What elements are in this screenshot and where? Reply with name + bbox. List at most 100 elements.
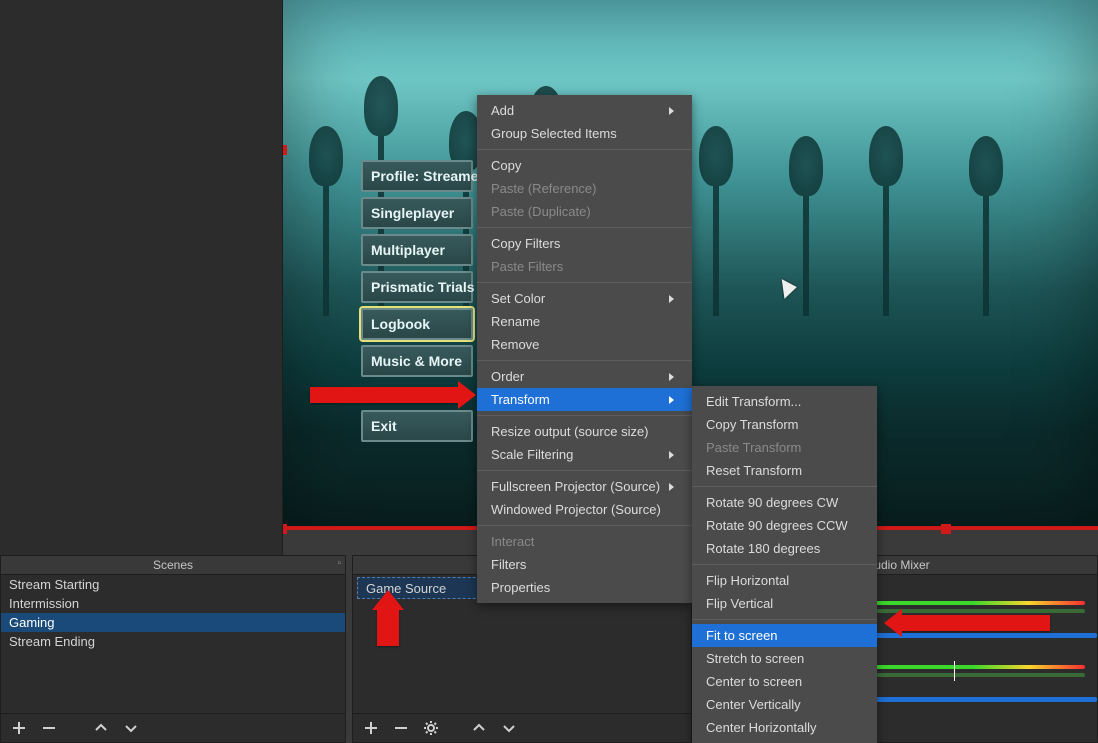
minus-icon[interactable]	[41, 720, 57, 736]
context-menu-item[interactable]: Rotate 180 degrees	[692, 537, 877, 560]
context-menu-main[interactable]: Add Group Selected Items Copy Paste (Refere…	[477, 95, 692, 603]
context-menu-item-label: Reset Transform	[706, 463, 802, 478]
context-menu-item-label: Transform	[491, 392, 550, 407]
game-menu-exit: Exit	[361, 410, 473, 442]
chevron-up-icon[interactable]	[93, 720, 109, 736]
context-menu-item-label: Remove	[491, 337, 539, 352]
context-menu-item[interactable]: Fit to screen	[692, 624, 877, 647]
context-menu-item[interactable]: Reset Transform	[692, 459, 877, 482]
chevron-right-icon	[669, 451, 674, 459]
scenes-toolbar	[1, 713, 345, 742]
context-menu-item-label: Paste Filters	[491, 259, 563, 274]
context-menu-item[interactable]: Add	[477, 99, 692, 122]
context-menu-transform[interactable]: Edit Transform... Copy Transform Paste Tra…	[692, 386, 877, 743]
scene-row[interactable]: Gaming	[1, 613, 345, 632]
context-menu-item[interactable]: Resize output (source size)	[477, 420, 692, 443]
context-menu-item-label: Add	[491, 103, 514, 118]
context-menu-item[interactable]: Stretch to screen	[692, 647, 877, 670]
game-menu-music: Music & More	[361, 345, 473, 377]
context-menu-item[interactable]: Center Horizontally	[692, 716, 877, 739]
context-menu-item-label: Scale Filtering	[491, 447, 573, 462]
context-menu-separator	[477, 227, 692, 228]
scene-row[interactable]: Intermission	[1, 594, 345, 613]
annotation-arrow	[377, 608, 399, 646]
context-menu-item: Interact	[477, 530, 692, 553]
context-menu-item[interactable]: Fullscreen Projector (Source)	[477, 475, 692, 498]
context-menu-item[interactable]: Set Color	[477, 287, 692, 310]
context-menu-item[interactable]: Properties	[477, 576, 692, 599]
gear-icon[interactable]	[423, 720, 439, 736]
scene-row[interactable]: Stream Ending	[1, 632, 345, 651]
context-menu-item-label: Rotate 180 degrees	[706, 541, 820, 556]
context-menu-separator	[477, 360, 692, 361]
context-menu-item-label: Copy Filters	[491, 236, 560, 251]
context-menu-item-label: Copy Transform	[706, 417, 798, 432]
context-menu-item-label: Rotate 90 degrees CW	[706, 495, 838, 510]
scenes-dock: Scenes ▫ Stream Starting Intermission Ga…	[0, 555, 346, 743]
chevron-right-icon	[669, 373, 674, 381]
game-menu-logbook: Logbook	[361, 308, 473, 340]
context-menu-separator	[477, 525, 692, 526]
context-menu-separator	[692, 564, 877, 565]
game-cursor-icon	[782, 277, 799, 299]
context-menu-item[interactable]: Copy Filters	[477, 232, 692, 255]
context-menu-item-label: Rename	[491, 314, 540, 329]
scenes-dock-title: Scenes ▫	[1, 556, 345, 575]
context-menu-item-label: Filters	[491, 557, 526, 572]
context-menu-item-label: Flip Vertical	[706, 596, 773, 611]
scene-row[interactable]: Stream Starting	[1, 575, 345, 594]
game-menu-profile: Profile: Streame	[361, 160, 473, 192]
context-menu-item[interactable]: Center to screen	[692, 670, 877, 693]
chevron-down-icon[interactable]	[123, 720, 139, 736]
context-menu-item[interactable]: Group Selected Items	[477, 122, 692, 145]
context-menu-item[interactable]: Scale Filtering	[477, 443, 692, 466]
game-menu-prismatic: Prismatic Trials	[361, 271, 473, 303]
context-menu-item[interactable]: Rotate 90 degrees CW	[692, 491, 877, 514]
context-menu-item-label: Center to screen	[706, 674, 802, 689]
context-menu-item-label: Edit Transform...	[706, 394, 801, 409]
context-menu-item-label: Center Horizontally	[706, 720, 817, 735]
context-menu-item[interactable]: Windowed Projector (Source)	[477, 498, 692, 521]
context-menu-item-label: Resize output (source size)	[491, 424, 649, 439]
context-menu-item[interactable]: Remove	[477, 333, 692, 356]
chevron-right-icon	[669, 295, 674, 303]
context-menu-separator	[692, 486, 877, 487]
context-menu-item[interactable]: Filters	[477, 553, 692, 576]
context-menu-separator	[477, 282, 692, 283]
context-menu-item-label: Interact	[491, 534, 534, 549]
annotation-arrow	[900, 615, 1050, 631]
context-menu-item-label: Rotate 90 degrees CCW	[706, 518, 848, 533]
context-menu-item-label: Paste (Duplicate)	[491, 204, 591, 219]
context-menu-item[interactable]: Flip Horizontal	[692, 569, 877, 592]
chevron-right-icon	[669, 107, 674, 115]
context-menu-item-label: Paste Transform	[706, 440, 801, 455]
dock-pop-icon[interactable]: ▫	[337, 558, 341, 569]
context-menu-item-label: Set Color	[491, 291, 545, 306]
context-menu-item-label: Group Selected Items	[491, 126, 617, 141]
context-menu-item-label: Flip Horizontal	[706, 573, 789, 588]
sources-toolbar	[353, 713, 691, 742]
context-menu-item-label: Windowed Projector (Source)	[491, 502, 661, 517]
context-menu-item[interactable]: Rotate 90 degrees CCW	[692, 514, 877, 537]
chevron-up-icon[interactable]	[471, 720, 487, 736]
context-menu-item-label: Copy	[491, 158, 521, 173]
context-menu-item[interactable]: Transform	[477, 388, 692, 411]
context-menu-item: Paste (Reference)	[477, 177, 692, 200]
scenes-list[interactable]: Stream Starting Intermission Gaming Stre…	[1, 575, 345, 713]
game-menu-multiplayer: Multiplayer	[361, 234, 473, 266]
context-menu-item[interactable]: Rename	[477, 310, 692, 333]
plus-icon[interactable]	[363, 720, 379, 736]
minus-icon[interactable]	[393, 720, 409, 736]
context-menu-item-label: Fullscreen Projector (Source)	[491, 479, 660, 494]
context-menu-item[interactable]: Copy Transform	[692, 413, 877, 436]
context-menu-item[interactable]: Flip Vertical	[692, 592, 877, 615]
context-menu-item[interactable]: Center Vertically	[692, 693, 877, 716]
context-menu-item[interactable]: Copy	[477, 154, 692, 177]
context-menu-separator	[477, 149, 692, 150]
plus-icon[interactable]	[11, 720, 27, 736]
context-menu-item[interactable]: Order	[477, 365, 692, 388]
context-menu-item-label: Paste (Reference)	[491, 181, 597, 196]
preview-side-panel	[0, 0, 283, 555]
chevron-down-icon[interactable]	[501, 720, 517, 736]
context-menu-item[interactable]: Edit Transform...	[692, 390, 877, 413]
